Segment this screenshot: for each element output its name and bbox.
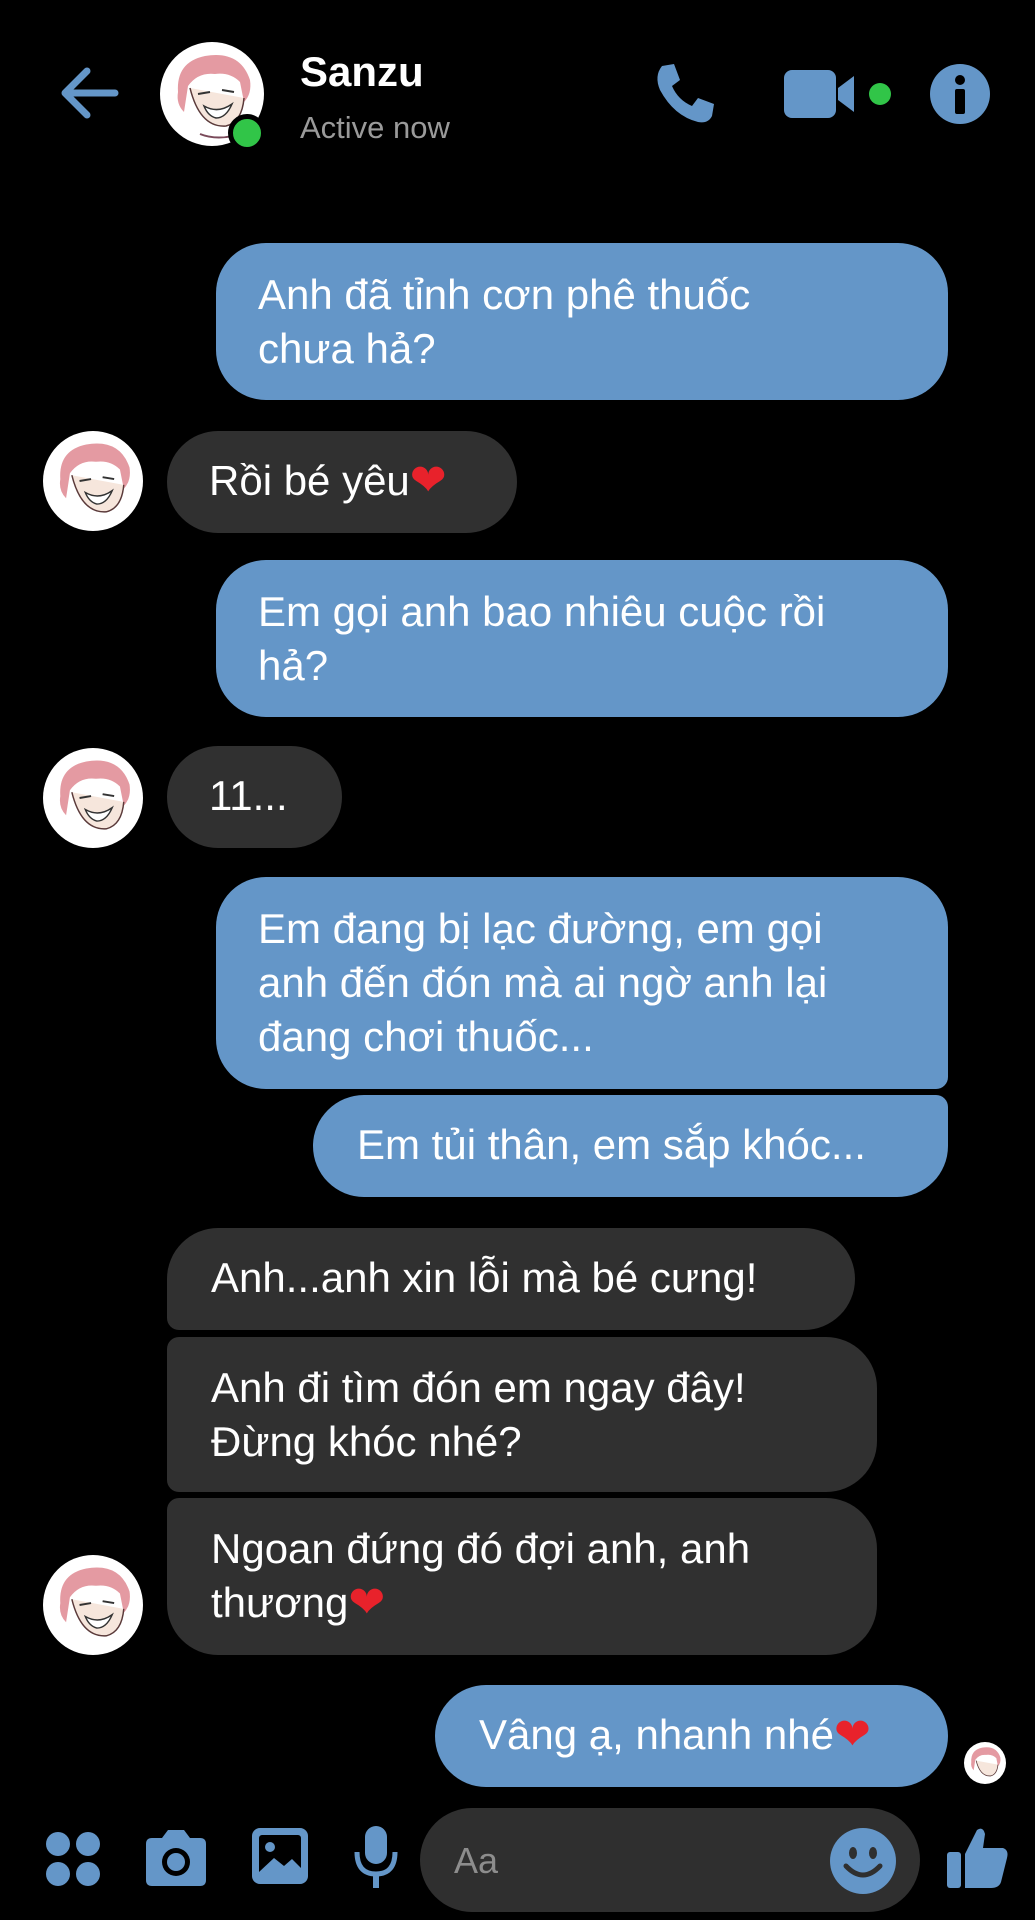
message-line: anh đến đón mà ai ngờ anh lại [258, 959, 828, 1006]
contact-name[interactable]: Sanzu [300, 48, 424, 96]
message-line: 11... [209, 772, 288, 819]
sender-avatar[interactable] [43, 1555, 143, 1655]
message-line: Em gọi anh bao nhiêu cuộc rồi [258, 588, 826, 635]
smiley-icon [830, 1828, 896, 1894]
message-line: hả? [258, 642, 329, 689]
heart-emoji: ❤ [409, 456, 447, 505]
message-line: Em tủi thân, em sắp khóc... [357, 1121, 866, 1168]
apps-button[interactable] [44, 1830, 102, 1888]
message-line: đang chơi thuốc... [258, 1013, 594, 1060]
message-bubble[interactable]: Em đang bị lạc đường, em gọi anh đến đón… [216, 877, 948, 1089]
message-line: Đừng khóc nhé? [211, 1418, 522, 1465]
online-status-dot [228, 114, 266, 152]
heart-emoji: ❤ [348, 1578, 386, 1627]
like-button[interactable] [945, 1824, 1011, 1890]
message-line: Rồi bé yêu [209, 457, 410, 504]
video-call-button[interactable] [782, 66, 894, 122]
microphone-icon [354, 1826, 398, 1888]
voice-message-button[interactable] [352, 1824, 400, 1890]
info-button[interactable] [928, 62, 992, 126]
arrow-left-icon [61, 67, 119, 119]
chat-screen: Sanzu Active now Anh đã tỉnh cơn phê thu… [0, 0, 1035, 1920]
message-bubble[interactable]: 11... [167, 746, 342, 848]
contact-status: Active now [300, 110, 450, 145]
thumbs-up-icon [947, 1828, 1008, 1888]
sender-avatar[interactable] [43, 431, 143, 531]
voice-call-button[interactable] [648, 58, 720, 130]
message-bubble[interactable]: Rồi bé yêu❤ [167, 431, 517, 533]
message-line: thương [211, 1579, 349, 1626]
message-line: Anh đi tìm đón em ngay đây! [211, 1364, 746, 1411]
camera-icon [146, 1830, 206, 1886]
phone-icon [657, 64, 714, 123]
message-bubble[interactable]: Anh đi tìm đón em ngay đây! Đừng khóc nh… [167, 1337, 877, 1492]
emoji-button[interactable] [828, 1826, 898, 1896]
message-line: chưa hả? [258, 325, 436, 372]
sender-avatar[interactable] [43, 748, 143, 848]
gallery-button[interactable] [250, 1826, 310, 1886]
video-camera-icon [784, 70, 891, 118]
info-icon [930, 64, 990, 124]
chat-header: Sanzu Active now [0, 0, 1035, 190]
camera-button[interactable] [142, 1828, 210, 1888]
message-bubble[interactable]: Ngoan đứng đó đợi anh, anh thương❤ [167, 1498, 877, 1655]
message-bubble[interactable]: Anh đã tỉnh cơn phê thuốc chưa hả? [216, 243, 948, 400]
message-line: Ngoan đứng đó đợi anh, anh [211, 1525, 751, 1572]
message-bubble[interactable]: Anh...anh xin lỗi mà bé cưng! [167, 1228, 855, 1330]
message-line: Vâng ạ, nhanh nhé [479, 1711, 834, 1758]
message-bubble[interactable]: Em tủi thân, em sắp khóc... [313, 1095, 948, 1197]
message-bubble[interactable]: Em gọi anh bao nhiêu cuộc rồi hả? [216, 560, 948, 717]
message-composer: Aa [0, 1790, 1035, 1920]
message-bubble[interactable]: Vâng ạ, nhanh nhé❤ [435, 1685, 948, 1787]
message-input[interactable]: Aa [420, 1808, 920, 1912]
back-button[interactable] [55, 58, 125, 128]
read-receipt-avatar [964, 1742, 1006, 1784]
message-input-placeholder: Aa [454, 1840, 499, 1881]
message-line: Anh...anh xin lỗi mà bé cưng! [211, 1254, 758, 1301]
message-line: Anh đã tỉnh cơn phê thuốc [258, 271, 751, 318]
heart-emoji: ❤ [834, 1710, 871, 1759]
message-line: Em đang bị lạc đường, em gọi [258, 905, 823, 952]
image-icon [252, 1828, 308, 1884]
four-dots-icon [46, 1832, 100, 1886]
